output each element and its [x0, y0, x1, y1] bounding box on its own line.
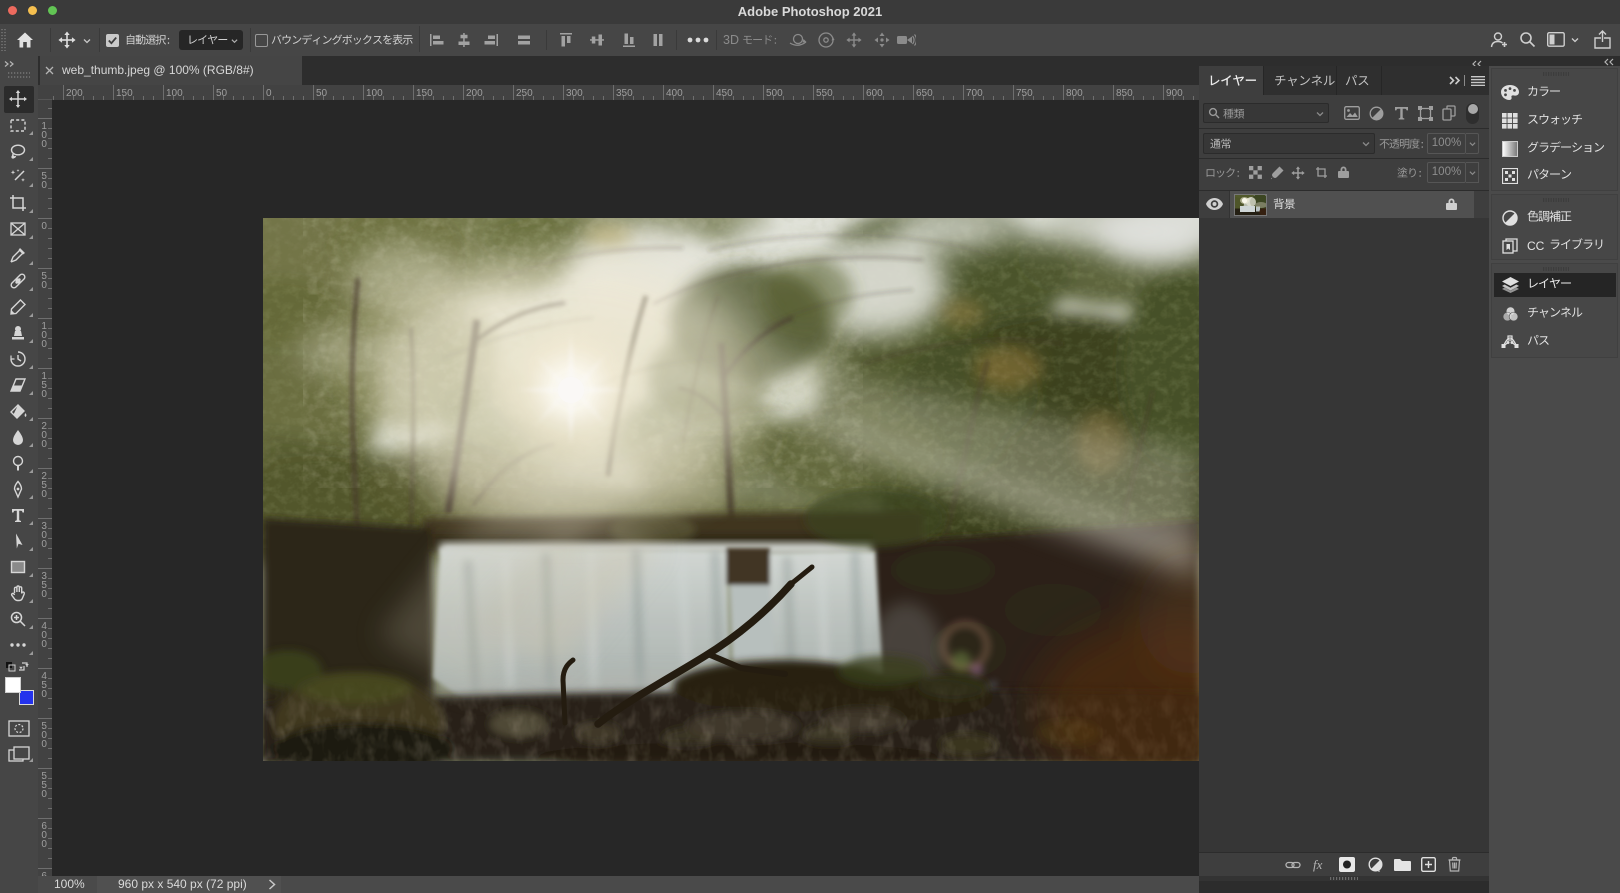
svg-text:250: 250 — [516, 88, 533, 99]
svg-text:400: 400 — [666, 88, 683, 99]
svg-text:350: 350 — [616, 88, 633, 99]
svg-text:50: 50 — [41, 271, 47, 291]
svg-text:200: 200 — [41, 421, 47, 450]
svg-text:450: 450 — [716, 88, 733, 99]
svg-text:50: 50 — [216, 88, 228, 99]
svg-text:400: 400 — [41, 621, 47, 650]
svg-text:150: 150 — [116, 88, 133, 99]
svg-text:0: 0 — [41, 221, 47, 232]
svg-text:550: 550 — [816, 88, 833, 99]
svg-text:750: 750 — [1016, 88, 1033, 99]
svg-text:650: 650 — [916, 88, 933, 99]
svg-text:200: 200 — [466, 88, 483, 99]
svg-text:50: 50 — [41, 171, 47, 191]
svg-text:200: 200 — [66, 88, 83, 99]
svg-text:0: 0 — [266, 88, 272, 99]
svg-text:250: 250 — [41, 471, 47, 500]
svg-text:450: 450 — [41, 671, 47, 700]
svg-text:50: 50 — [316, 88, 328, 99]
svg-text:600: 600 — [866, 88, 883, 99]
svg-text:550: 550 — [41, 771, 47, 800]
svg-text:150: 150 — [416, 88, 433, 99]
svg-text:150: 150 — [41, 371, 47, 400]
svg-text:600: 600 — [41, 821, 47, 850]
svg-text:100: 100 — [166, 88, 183, 99]
svg-text:850: 850 — [1116, 88, 1133, 99]
svg-text:500: 500 — [766, 88, 783, 99]
svg-text:900: 900 — [1166, 88, 1183, 99]
svg-text:fx: fx — [1313, 858, 1323, 872]
svg-text:100: 100 — [41, 121, 47, 150]
svg-text:100: 100 — [41, 321, 47, 350]
svg-text:300: 300 — [41, 521, 47, 550]
svg-text:300: 300 — [566, 88, 583, 99]
svg-text:100: 100 — [366, 88, 383, 99]
svg-text:800: 800 — [1066, 88, 1083, 99]
svg-text:500: 500 — [41, 721, 47, 750]
svg-text:350: 350 — [41, 571, 47, 600]
svg-text:700: 700 — [966, 88, 983, 99]
